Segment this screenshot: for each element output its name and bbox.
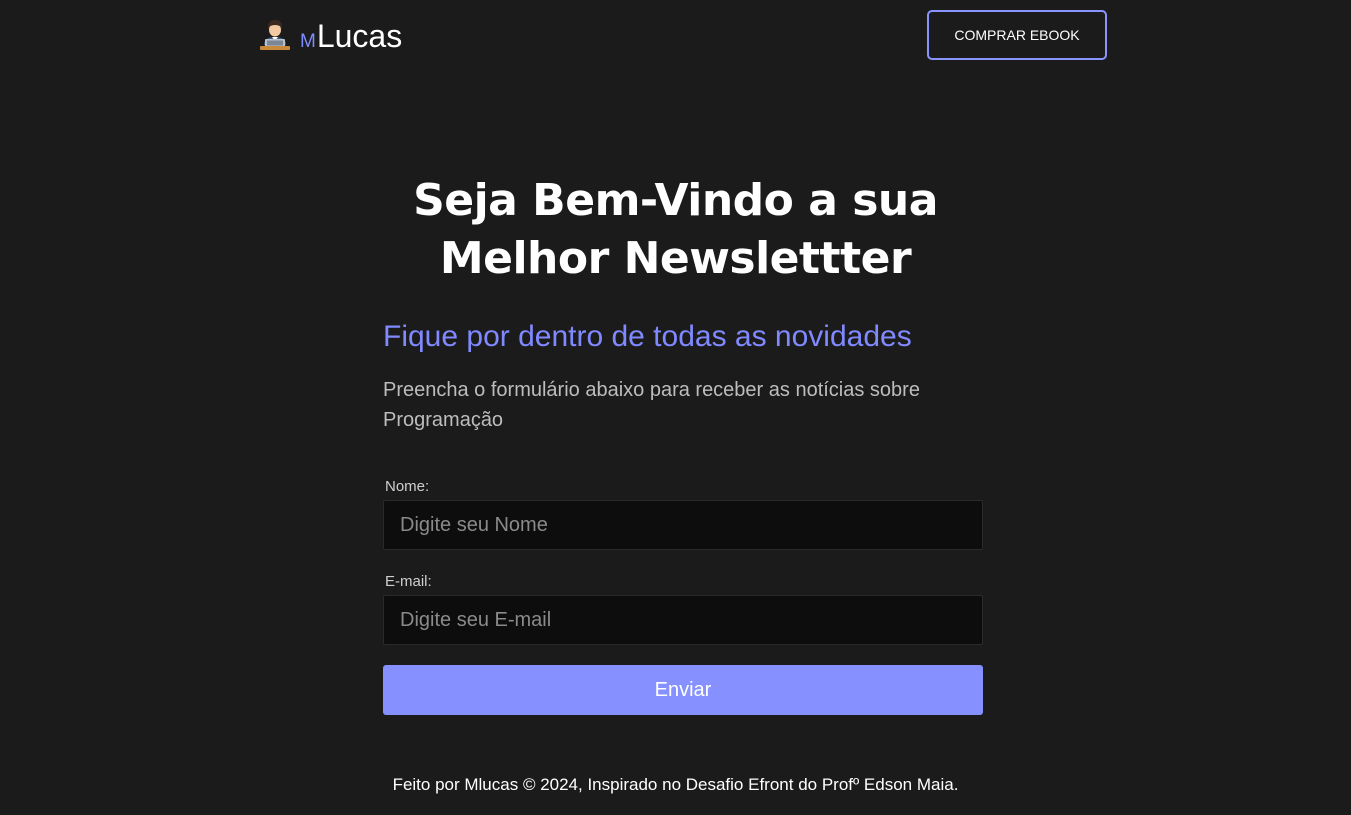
technologist-icon	[260, 20, 290, 50]
email-input[interactable]	[383, 595, 983, 645]
page-title: Seja Bem-Vindo a sua Melhor Newslettter	[0, 172, 1351, 288]
page-title-line-2: Melhor Newslettter	[439, 233, 912, 284]
subtitle: Fique por dentro de todas as novidades	[383, 320, 912, 353]
name-label: Nome:	[385, 478, 430, 495]
email-label: E-mail:	[385, 573, 432, 590]
name-input[interactable]	[383, 500, 983, 550]
description: Preencha o formulário abaixo para recebe…	[383, 379, 920, 431]
logo-name: Lucas	[316, 18, 403, 54]
logo[interactable]: M Lucas	[258, 12, 402, 52]
newsletter-form: Nome: E-mail: Enviar	[383, 478, 983, 715]
footer-text: Feito por Mlucas © 2024, Inspirado no De…	[392, 775, 959, 794]
logo-prefix: M	[300, 31, 316, 52]
site-header: M Lucas COMPRAR EBOOK	[0, 0, 1351, 70]
submit-button[interactable]: Enviar	[383, 665, 983, 715]
footer: Feito por Mlucas © 2024, Inspirado no De…	[0, 774, 1351, 796]
buy-ebook-button[interactable]: COMPRAR EBOOK	[927, 10, 1107, 60]
page-title-line-1: Seja Bem-Vindo a sua	[413, 175, 938, 226]
